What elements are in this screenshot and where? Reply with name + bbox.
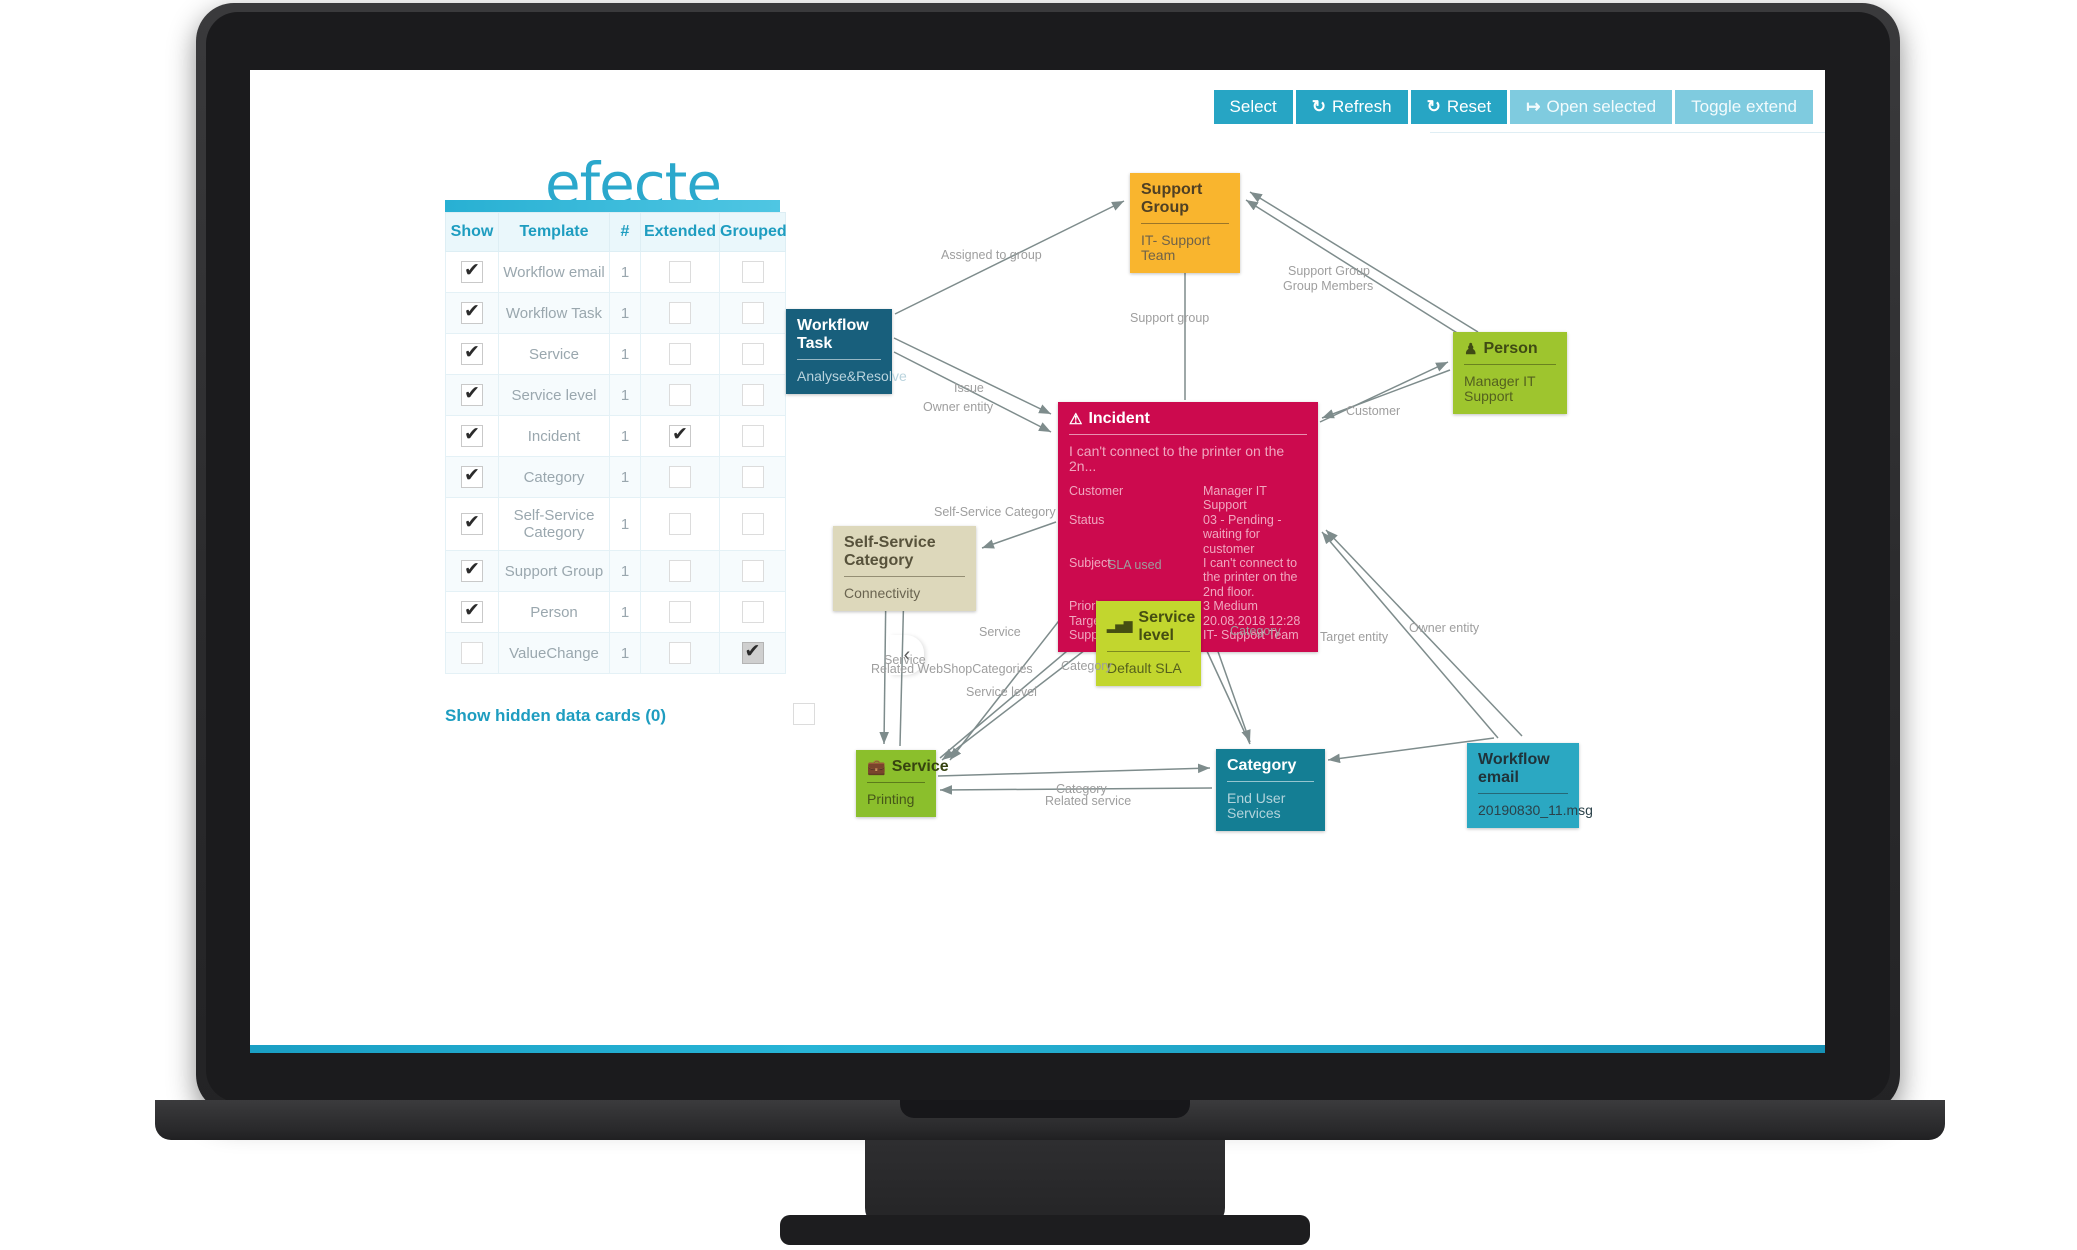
node-divider (797, 359, 881, 360)
node-subtitle: IT- Support Team (1141, 232, 1211, 263)
person-icon: ♟ (1464, 340, 1478, 358)
node-divider (1464, 364, 1556, 365)
laptop-foot-shadow (780, 1215, 1310, 1245)
node-title: Workflow email (1478, 751, 1550, 786)
screen-bottom-accent (250, 1045, 1825, 1053)
node-title: Service level (1138, 609, 1196, 644)
node-subtitle: 20190830_11.msg (1478, 802, 1593, 818)
edge-label: Self-Service Category (934, 505, 1056, 519)
node-title: Service (891, 758, 949, 775)
node-field-value: I can't connect to the printer on the 2n… (1203, 556, 1298, 599)
edge-label: Support group (1130, 311, 1210, 325)
node-field-key: Customer (1069, 484, 1124, 498)
edge-label: SLA used (1108, 558, 1162, 572)
node-divider (1141, 223, 1229, 224)
edge-label: Owner entity (923, 400, 994, 414)
graph-node-workflow-task[interactable]: Workflow Task Analyse&Resolve (786, 309, 907, 394)
edge-label: Service level (966, 685, 1037, 699)
node-field-row: Status 03 - Pending - waiting for custome… (1069, 513, 1307, 556)
node-subtitle: Printing (867, 791, 915, 807)
edge-label: Category (1230, 624, 1281, 638)
edge-label: Group Members (1283, 279, 1374, 293)
graph-node-workflow-email[interactable]: Workflow email 20190830_11.msg (1467, 743, 1593, 828)
app-screen: Select ↻ Refresh ↻ Reset ↦ Open selected Toggle… (250, 70, 1825, 1045)
graph-node-support-group[interactable]: Support Group IT- Support Team (1130, 173, 1240, 273)
chart-icon: ▂▅▇ (1107, 620, 1133, 633)
node-subtitle: End User Services (1227, 790, 1286, 821)
edge-label: Owner entity (1409, 621, 1480, 635)
edge-label: Related service (1045, 794, 1132, 808)
node-divider (1107, 651, 1190, 652)
node-subtitle: I can't connect to the printer on the 2n… (1069, 443, 1285, 474)
screenshot-root: Select ↻ Refresh ↻ Reset ↦ Open selected Toggle… (0, 0, 2077, 1250)
briefcase-icon: 💼 (867, 758, 886, 776)
laptop-notch (900, 1100, 1190, 1118)
node-field-row: Subject I can't connect to the printer on… (1069, 556, 1307, 599)
graph-node-service[interactable]: 💼 Service Printing (856, 750, 949, 817)
node-subtitle: Manager IT Support (1464, 373, 1536, 404)
node-title: Support Group (1141, 181, 1203, 216)
relationship-graph: Support Group IT- Support Team Workflow Ta… (250, 70, 1825, 1045)
edge-label: Service (979, 625, 1021, 639)
node-title: Self-Service Category (844, 534, 936, 569)
node-subtitle: Connectivity (844, 585, 921, 601)
graph-node-person[interactable]: ♟ Person Manager IT Support (1453, 332, 1567, 414)
node-divider (1069, 434, 1307, 435)
graph-node-category[interactable]: Category End User Services (1216, 749, 1325, 831)
node-divider (844, 576, 965, 577)
node-title: Category (1227, 757, 1297, 774)
node-title: Person (1483, 340, 1538, 357)
node-divider (867, 782, 925, 783)
node-subtitle: Analyse&Resolve (797, 368, 907, 384)
edge-label: Category (1061, 659, 1112, 673)
graph-node-service-level[interactable]: ▂▅▇ Service level Default SLA (1096, 601, 1201, 686)
node-field-key: Status (1069, 512, 1105, 527)
edge-label: Related WebShopCategories (871, 662, 1033, 676)
edge-label: Target entity (1320, 630, 1389, 644)
node-field-value: 3 Medium (1203, 599, 1258, 614)
edge-label: Support Group (1288, 264, 1370, 278)
graph-node-self-service-category[interactable]: Self-Service Category Connectivity (833, 526, 976, 611)
edge-label: Customer (1346, 404, 1401, 418)
node-divider (1478, 793, 1568, 794)
node-title: Workflow Task (797, 317, 869, 352)
edge-label: Issue (954, 381, 984, 395)
node-divider (1227, 781, 1314, 782)
edge-label: Assigned to group (941, 248, 1042, 262)
node-field-value: 03 - Pending - waiting for customer (1203, 512, 1282, 556)
node-field-row: Customer Manager IT Support (1069, 484, 1307, 513)
node-title: Incident (1088, 410, 1150, 427)
graph-edges (879, 191, 1523, 795)
node-field-value: Manager IT Support (1203, 484, 1267, 513)
warning-icon: ⚠ (1069, 410, 1083, 428)
